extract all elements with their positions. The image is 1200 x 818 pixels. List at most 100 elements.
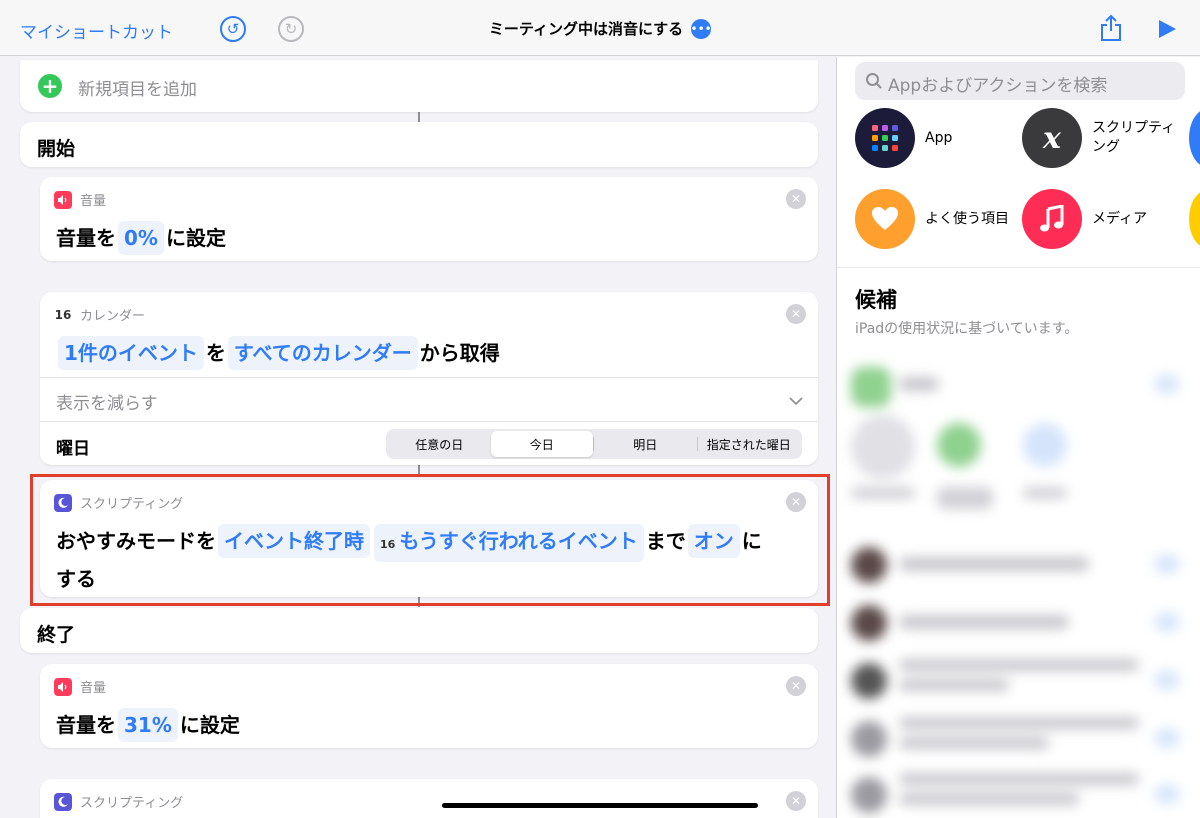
calendar-icon: 16 bbox=[54, 307, 72, 322]
volume-value-token[interactable]: 31% bbox=[118, 708, 178, 742]
calendar-source-token[interactable]: すべてのカレンダー bbox=[227, 336, 418, 370]
segment-tomorrow[interactable]: 明日 bbox=[594, 431, 697, 457]
suggestion-blur bbox=[937, 423, 981, 467]
remove-action-icon[interactable]: ✕ bbox=[786, 189, 806, 209]
scripting-action-card[interactable]: スクリプティング ✕ bbox=[40, 779, 818, 818]
suggestions-title: 候補 bbox=[855, 288, 897, 312]
calendar-action-card[interactable]: 16 カレンダー ✕ 1件のイベントをすべてのカレンダー から取得 表示を減らす … bbox=[40, 292, 818, 465]
suggestion-blur bbox=[899, 615, 1069, 629]
suggestion-blur bbox=[1155, 375, 1179, 393]
volume-action-card[interactable]: 音量 ✕ 音量を 0% に設定 bbox=[40, 177, 818, 261]
search-icon bbox=[866, 73, 882, 89]
plus-icon: + bbox=[38, 74, 62, 98]
end-label: 終了 bbox=[37, 624, 76, 646]
action-parameters: 音量を 31% に設定 bbox=[56, 708, 240, 742]
category-label: メディア bbox=[1092, 210, 1148, 227]
title-area: ミーティング中は消音にする ••• bbox=[0, 18, 1200, 39]
add-new-item-row[interactable]: + 新規項目を追加 bbox=[20, 60, 818, 112]
speaker-icon bbox=[54, 190, 72, 209]
action-text: に設定 bbox=[165, 226, 226, 250]
suggestion-blur bbox=[1023, 423, 1067, 467]
music-note-icon bbox=[1022, 189, 1082, 249]
script-x-icon: x bbox=[1022, 108, 1082, 168]
remove-action-icon[interactable]: ✕ bbox=[786, 676, 806, 696]
suggestion-blur bbox=[1155, 671, 1179, 689]
event-count-token[interactable]: 1件のイベント bbox=[58, 336, 204, 370]
category-app[interactable]: App bbox=[855, 108, 952, 168]
remove-action-icon[interactable]: ✕ bbox=[786, 304, 806, 324]
segment-any-day[interactable]: 任意の日 bbox=[388, 431, 491, 457]
action-text: に設定 bbox=[179, 713, 240, 737]
end-section-header: 終了 bbox=[20, 608, 818, 653]
suggestion-blur bbox=[1155, 785, 1179, 803]
play-icon[interactable] bbox=[1156, 18, 1178, 40]
action-text: 音量を bbox=[56, 713, 116, 737]
speaker-icon bbox=[54, 677, 72, 696]
category-label: スクリプティ ング bbox=[1092, 120, 1176, 155]
show-less-toggle[interactable]: 表示を減らす bbox=[56, 389, 158, 414]
suggestion-blur bbox=[1155, 729, 1179, 747]
shortcut-title[interactable]: ミーティング中は消音にする bbox=[489, 20, 683, 38]
more-options-icon[interactable]: ••• bbox=[691, 18, 712, 39]
suggestion-blur bbox=[851, 721, 887, 757]
segment-specified-weekday[interactable]: 指定された曜日 bbox=[698, 431, 801, 457]
action-header: 16 カレンダー bbox=[54, 305, 146, 325]
volume-value-token[interactable]: 0% bbox=[118, 221, 164, 255]
suggestion-blur bbox=[851, 663, 887, 699]
search-field[interactable]: Appおよびアクションを検索 bbox=[855, 62, 1185, 100]
divider bbox=[837, 267, 1200, 268]
category-partial-icon[interactable] bbox=[1189, 108, 1200, 168]
flow-connector bbox=[418, 112, 420, 122]
divider bbox=[40, 421, 818, 422]
suggestion-blur bbox=[899, 679, 1009, 691]
heart-icon bbox=[855, 189, 915, 249]
action-name: スクリプティング bbox=[80, 796, 184, 811]
action-header: 音量 bbox=[54, 677, 106, 696]
add-item-label: 新規項目を追加 bbox=[78, 80, 197, 100]
category-partial-icon[interactable] bbox=[1189, 189, 1200, 249]
actions-sidebar: Appおよびアクションを検索 App x スクリプティ ング よく使う項目 メデ… bbox=[836, 57, 1200, 818]
suggestion-blur bbox=[851, 777, 887, 813]
action-text: 音量を bbox=[56, 226, 116, 250]
share-icon[interactable] bbox=[1098, 14, 1124, 42]
suggestion-blur bbox=[1155, 613, 1179, 631]
day-segmented-control: 任意の日 今日 明日 指定された曜日 bbox=[386, 429, 802, 459]
category-label: よく使う項目 bbox=[925, 210, 1009, 227]
divider bbox=[40, 377, 818, 378]
segment-today[interactable]: 今日 bbox=[490, 431, 593, 457]
suggestion-blur bbox=[1155, 555, 1179, 573]
start-label: 開始 bbox=[37, 138, 76, 160]
weekday-label: 曜日 bbox=[56, 439, 90, 459]
action-name: 音量 bbox=[80, 194, 107, 209]
moon-icon bbox=[54, 792, 72, 811]
action-text: を bbox=[205, 341, 226, 365]
suggestion-blur bbox=[851, 487, 915, 499]
suggestion-blur bbox=[899, 737, 1049, 749]
category-favorites[interactable]: よく使う項目 bbox=[855, 189, 1009, 249]
suggestion-blur bbox=[937, 487, 993, 509]
search-placeholder: Appおよびアクションを検索 bbox=[888, 76, 1108, 96]
suggestion-blur bbox=[851, 547, 887, 583]
app-grid-icon bbox=[855, 108, 915, 168]
chevron-down-icon[interactable] bbox=[788, 393, 804, 409]
action-parameters: 1件のイベントをすべてのカレンダー から取得 bbox=[56, 336, 500, 370]
highlight-frame bbox=[30, 474, 830, 606]
suggestion-blur bbox=[899, 793, 1079, 805]
action-text: から取得 bbox=[419, 341, 500, 365]
action-name: カレンダー bbox=[80, 309, 146, 324]
suggestion-blur bbox=[1023, 487, 1067, 499]
action-header: 音量 bbox=[54, 190, 106, 209]
suggestion-blur bbox=[851, 367, 891, 407]
volume-action-card[interactable]: 音量 ✕ 音量を 31% に設定 bbox=[40, 664, 818, 748]
category-scripting[interactable]: x スクリプティ ング bbox=[1022, 108, 1175, 168]
suggestion-blur bbox=[851, 415, 915, 479]
category-label: App bbox=[925, 129, 953, 146]
suggestion-blur bbox=[899, 773, 1139, 785]
script-x-glyph: x bbox=[1043, 120, 1061, 156]
category-media[interactable]: メディア bbox=[1022, 189, 1147, 249]
suggestions-subtitle: iPadの使用状況に基づいています。 bbox=[855, 321, 1079, 337]
suggestion-blur bbox=[851, 605, 887, 641]
blurred-suggestions bbox=[837, 357, 1200, 818]
action-parameters: 音量を 0% に設定 bbox=[56, 221, 226, 255]
remove-action-icon[interactable]: ✕ bbox=[786, 791, 806, 811]
